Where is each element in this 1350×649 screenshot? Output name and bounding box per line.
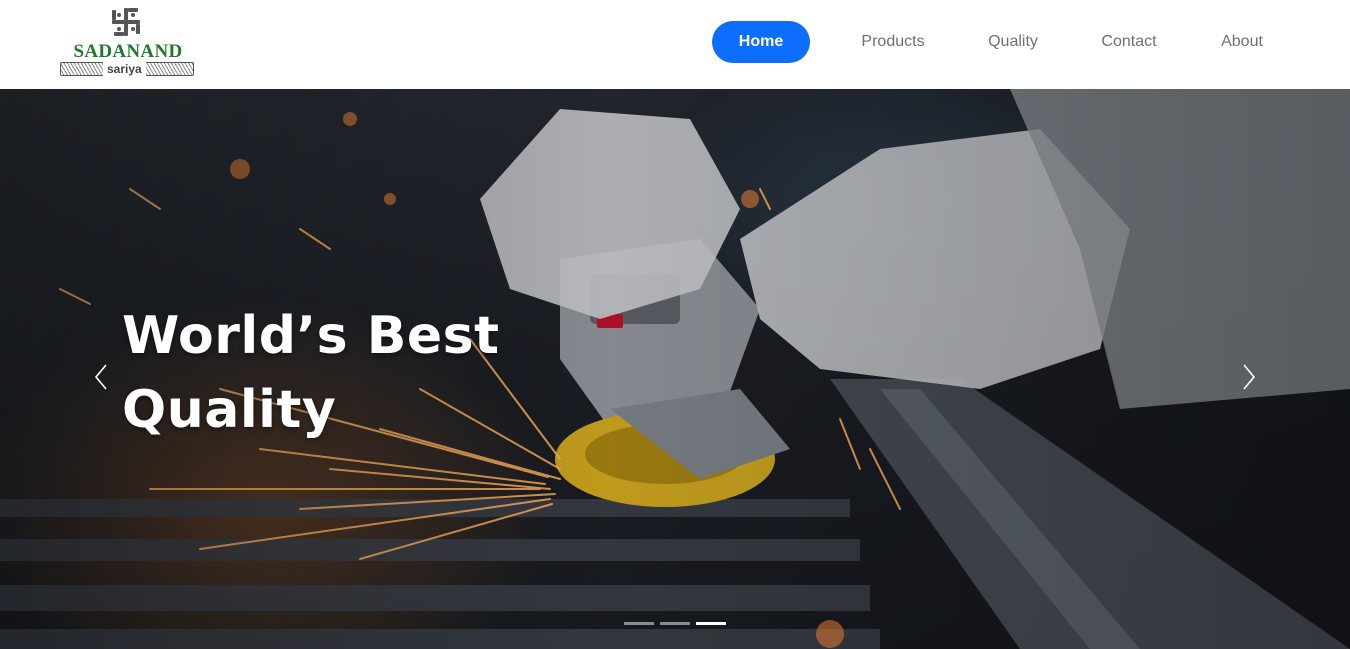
chevron-left-icon — [94, 364, 107, 390]
hero-title: World’s Best Quality — [122, 299, 542, 447]
carousel-next-button[interactable] — [1234, 357, 1262, 397]
chevron-right-icon — [1243, 364, 1256, 390]
carousel-indicator-2[interactable] — [660, 622, 690, 625]
nav-item-contact[interactable]: Contact — [1090, 21, 1168, 63]
nav-item-products[interactable]: Products — [850, 21, 936, 63]
brand-tagline: sariya — [103, 62, 146, 76]
carousel-indicator-3-active[interactable] — [696, 622, 726, 625]
hero-title-line-2: Quality — [122, 380, 337, 440]
carousel-prev-button[interactable] — [88, 357, 116, 397]
nav-item-about[interactable]: About — [1210, 21, 1274, 63]
site-header: SADANAND sariya Home Products Quality Co… — [0, 0, 1350, 89]
brand-tagline-bar: sariya — [60, 62, 194, 76]
hero-title-line-1: World’s Best — [122, 306, 500, 366]
carousel-indicators — [624, 622, 728, 626]
carousel-indicator-1[interactable] — [624, 622, 654, 625]
nav-item-quality[interactable]: Quality — [978, 21, 1048, 63]
hero-carousel: World’s Best Quality — [0, 89, 1350, 649]
main-nav: Home Products Quality Contact About — [0, 21, 1350, 63]
nav-item-home[interactable]: Home — [712, 21, 810, 63]
